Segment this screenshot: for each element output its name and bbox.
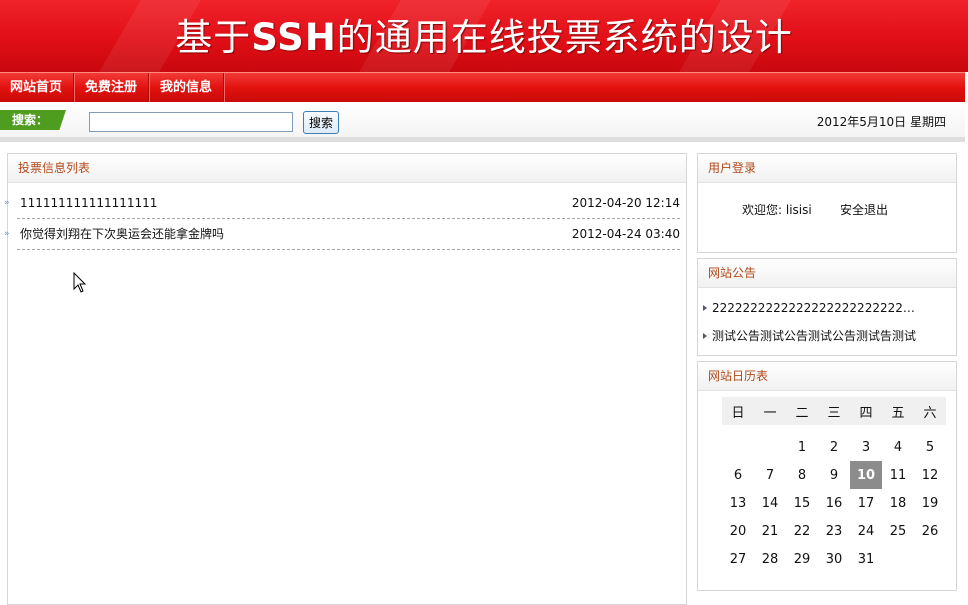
- list-item[interactable]: » 你觉得刘翔在下次奥运会还能拿金牌吗 2012-04-24 03:40: [4, 219, 680, 250]
- notice-item[interactable]: 22222222222222222222222222222222: [703, 297, 923, 317]
- site-title: 基于SSH的通用在线投票系统的设计: [175, 16, 793, 59]
- calendar-day[interactable]: 28: [754, 545, 786, 573]
- mouse-pointer-icon: [73, 272, 87, 293]
- weekday-label: 三: [818, 397, 850, 425]
- double-chevron-icon: »: [4, 229, 10, 239]
- triangle-right-icon: [703, 332, 707, 339]
- weekday-label: 二: [786, 397, 818, 425]
- weekday-label: 日: [722, 397, 754, 425]
- calendar-day[interactable]: 7: [754, 461, 786, 489]
- calendar-day[interactable]: 25: [882, 517, 914, 545]
- search-input[interactable]: [89, 112, 293, 132]
- calendar-day[interactable]: 9: [818, 461, 850, 489]
- current-date: 2012年5月10日 星期四: [816, 115, 946, 129]
- vote-date: 2012-04-20 12:14: [571, 196, 680, 210]
- calendar-day[interactable]: 17: [850, 489, 882, 517]
- calendar-day[interactable]: 11: [882, 461, 914, 489]
- calendar-day[interactable]: 16: [818, 489, 850, 517]
- user-login-title: 用户登录: [698, 154, 956, 183]
- calendar-day[interactable]: 23: [818, 517, 850, 545]
- nav-register[interactable]: 免费注册: [74, 73, 150, 102]
- calendar-day[interactable]: 20: [722, 517, 754, 545]
- calendar-week: 13 14 15 16 17 18 19: [722, 489, 946, 517]
- vote-title[interactable]: 你觉得刘翔在下次奥运会还能拿金牌吗: [20, 219, 224, 249]
- search-bar: 搜索： 搜索 2012年5月10日 星期四: [0, 102, 965, 142]
- calendar-day[interactable]: 4: [882, 433, 914, 461]
- triangle-right-icon: [703, 304, 707, 311]
- calendar-title: 网站日历表: [698, 362, 956, 391]
- vote-title[interactable]: 111111111111111111: [20, 188, 157, 218]
- calendar-day[interactable]: 18: [882, 489, 914, 517]
- calendar-day: [882, 545, 914, 573]
- calendar-day[interactable]: 3: [850, 433, 882, 461]
- calendar-day[interactable]: 27: [722, 545, 754, 573]
- notice-item[interactable]: 测试公告测试公告测试公告测试告测试: [703, 325, 923, 345]
- calendar-day[interactable]: 19: [914, 489, 946, 517]
- calendar-week: 20 21 22 23 24 25 26: [722, 517, 946, 545]
- calendar-grid: 日 一 二 三 四 五 六 1 2 3 4 5 6 7 8 9 10 11 12…: [722, 397, 946, 573]
- calendar-day[interactable]: 26: [914, 517, 946, 545]
- calendar-day[interactable]: 31: [850, 545, 882, 573]
- calendar-day[interactable]: 5: [914, 433, 946, 461]
- calendar-day[interactable]: 13: [722, 489, 754, 517]
- nav-home[interactable]: 网站首页: [0, 73, 75, 102]
- calendar-day[interactable]: 14: [754, 489, 786, 517]
- calendar-day: [722, 433, 754, 461]
- search-label: 搜索：: [0, 110, 66, 130]
- calendar-week: 1 2 3 4 5: [722, 433, 946, 461]
- weekday-label: 四: [850, 397, 882, 425]
- notice-title: 网站公告: [698, 259, 956, 288]
- header-banner: 基于SSH的通用在线投票系统的设计: [0, 0, 968, 72]
- calendar-day[interactable]: 1: [786, 433, 818, 461]
- calendar-day[interactable]: 30: [818, 545, 850, 573]
- calendar-day[interactable]: 29: [786, 545, 818, 573]
- weekday-label: 五: [882, 397, 914, 425]
- vote-list-title: 投票信息列表: [8, 154, 686, 183]
- calendar-day[interactable]: 12: [914, 461, 946, 489]
- calendar-day: [914, 545, 946, 573]
- calendar-day[interactable]: 2: [818, 433, 850, 461]
- calendar-weekday-row: 日 一 二 三 四 五 六: [722, 397, 946, 425]
- username: lisisi: [785, 203, 812, 217]
- main-nav: 网站首页 免费注册 我的信息: [0, 72, 965, 102]
- vote-list: » 111111111111111111 2012-04-20 12:14 » …: [4, 188, 680, 250]
- calendar-day-today[interactable]: 10: [850, 461, 882, 489]
- weekday-label: 六: [914, 397, 946, 425]
- search-button[interactable]: 搜索: [303, 111, 339, 134]
- calendar-day[interactable]: 6: [722, 461, 754, 489]
- calendar-day[interactable]: 15: [786, 489, 818, 517]
- double-chevron-icon: »: [4, 198, 10, 208]
- welcome-text: 欢迎您: lisisi: [742, 203, 812, 217]
- nav-my-info[interactable]: 我的信息: [149, 73, 225, 102]
- calendar-day[interactable]: 24: [850, 517, 882, 545]
- user-login-panel: 用户登录: [697, 153, 957, 253]
- calendar-week: 6 7 8 9 10 11 12: [722, 461, 946, 489]
- logout-link[interactable]: 安全退出: [840, 200, 888, 220]
- calendar-day[interactable]: 8: [786, 461, 818, 489]
- calendar-day[interactable]: 22: [786, 517, 818, 545]
- calendar-day: [754, 433, 786, 461]
- list-item[interactable]: » 111111111111111111 2012-04-20 12:14: [4, 188, 680, 219]
- weekday-label: 一: [754, 397, 786, 425]
- vote-date: 2012-04-24 03:40: [571, 227, 680, 241]
- calendar-day[interactable]: 21: [754, 517, 786, 545]
- calendar-week: 27 28 29 30 31: [722, 545, 946, 573]
